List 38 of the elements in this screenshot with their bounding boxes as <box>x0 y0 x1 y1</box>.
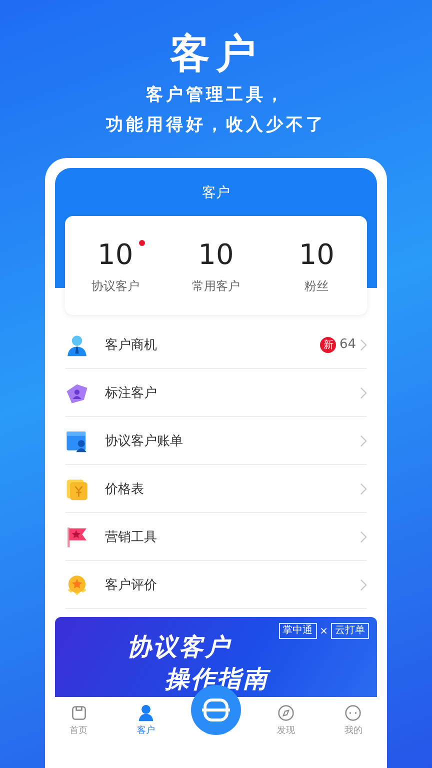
times-sign: × <box>320 626 328 636</box>
menu-item[interactable]: 客户评价 <box>65 561 367 609</box>
stat-value: 10 <box>198 238 234 271</box>
chevron-icon <box>360 434 367 446</box>
stat-label[interactable]: 常用客户 <box>192 278 240 295</box>
screen-title: 客户 <box>201 184 231 203</box>
stat-value: 10 <box>98 238 134 271</box>
headline: 客户 <box>170 30 262 79</box>
new-badge: 新 <box>320 336 336 352</box>
menu-item[interactable]: 客户商机 新 64 <box>65 321 367 369</box>
banner-tag: 云打单 <box>331 623 369 639</box>
home-icon <box>70 704 88 722</box>
nav-tab[interactable]: 客户 <box>120 704 171 737</box>
menu-item[interactable]: 营销工具 <box>65 513 367 561</box>
person-icon <box>136 704 155 722</box>
stat-value: 10 <box>298 238 334 271</box>
chevron-icon <box>360 578 367 590</box>
menu-item[interactable]: 协议客户账单 <box>65 417 367 465</box>
chevron-icon <box>360 482 367 494</box>
chevron-icon <box>360 530 367 542</box>
stat-label[interactable]: 粉丝 <box>304 278 329 295</box>
banner-title: 协议客户 <box>127 632 231 663</box>
menu-item[interactable]: 价格表 <box>65 465 367 513</box>
tagline: 客户管理工具， <box>146 84 286 107</box>
menu-icon <box>65 332 89 356</box>
tagline: 功能用得好，收入少不了 <box>106 114 326 137</box>
banner-tag: 掌中通 <box>278 623 317 639</box>
menu-icon <box>65 476 89 500</box>
menu-icon <box>65 572 89 596</box>
chevron-icon <box>360 338 367 350</box>
menu-icon <box>65 428 89 452</box>
compass-icon <box>277 704 296 722</box>
menu-icon <box>65 524 89 548</box>
item-count: 64 <box>339 337 356 352</box>
face-icon <box>344 704 362 722</box>
stat-label[interactable]: 协议客户 <box>91 278 140 295</box>
menu-item[interactable]: 标注客户 <box>65 369 367 417</box>
chevron-icon <box>360 386 367 398</box>
